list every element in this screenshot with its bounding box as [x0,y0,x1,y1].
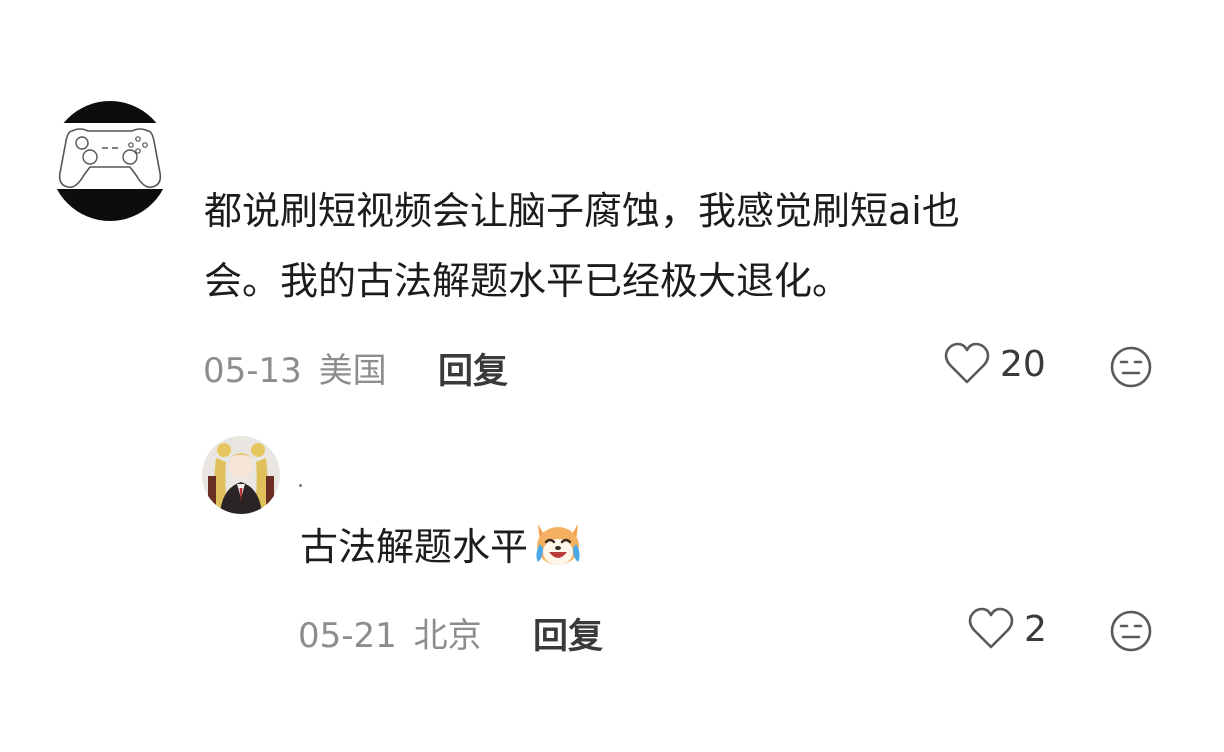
heart-outline-icon [944,342,990,384]
comment-location: 北京 [413,616,482,656]
reply-button[interactable]: 回复 [533,608,603,659]
like-button[interactable]: 2 [968,607,1047,651]
comment-date: 05-13 [203,351,302,391]
comment-text-content: 古法解题水平 [300,525,529,569]
comment-text: 古法解题水平 [300,512,1000,590]
avatar[interactable] [50,101,170,221]
avatar[interactable] [202,436,280,514]
reply-indicator [299,484,302,487]
comment-meta: 05-13 美国 [203,343,387,392]
anime-character-icon [202,436,280,514]
dislike-button[interactable] [1109,345,1153,393]
heart-outline-icon [968,607,1014,649]
dislike-button[interactable] [1109,609,1153,657]
comment-meta: 05-21 北京 [298,608,482,657]
like-count: 2 [1024,608,1047,650]
reply-button[interactable]: 回复 [438,343,508,394]
gamepad-icon [50,101,170,221]
meh-face-icon [1110,610,1152,652]
crying-laughing-dog-emoji [530,518,586,590]
comment-date: 05-21 [298,616,397,656]
meh-face-icon [1110,346,1152,388]
comment-text: 都说刷短视频会让脑子腐蚀，我感觉刷短ai也 会。我的古法解题水平已经极大退化。 [204,189,960,303]
comment-location: 美国 [318,351,387,391]
like-button[interactable]: 20 [944,342,1046,386]
like-count: 20 [1000,343,1046,385]
